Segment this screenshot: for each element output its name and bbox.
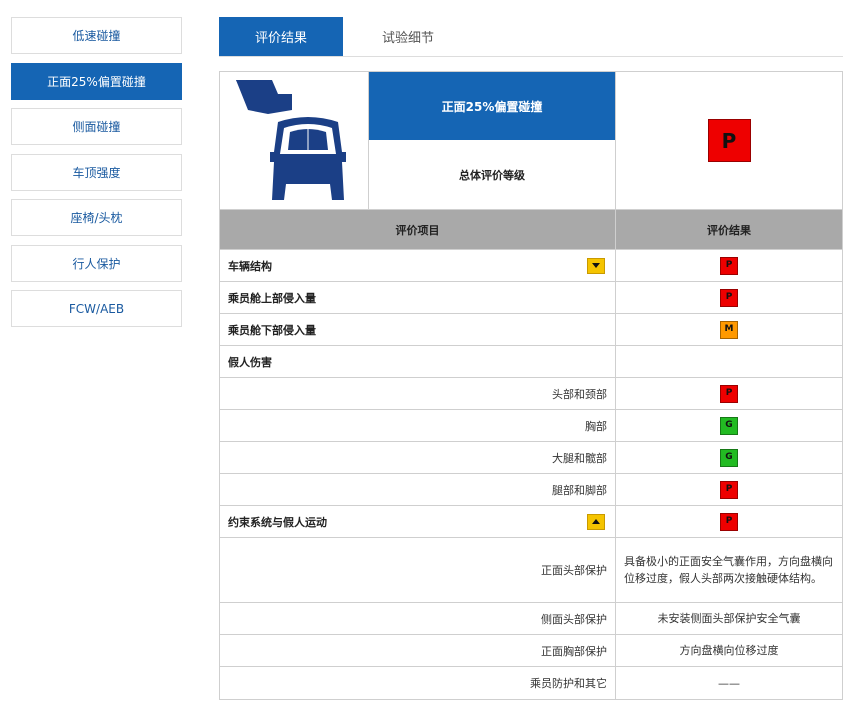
row-label-text: 乘员舱上部侵入量 (228, 291, 316, 305)
row-label: 正面胸部保护 (220, 635, 616, 666)
result-table: 正面25%偏置碰撞 总体评价等级 P 评价项目 评价结果 车辆结构 P 乘员舱上部侵… (219, 71, 843, 700)
header-item: 评价项目 (220, 210, 616, 249)
overall-rating-cell: P (616, 72, 842, 209)
result-text: 具备极小的正面安全气囊作用，方向盘横向位移过度，假人头部两次接触硬体结构。 (624, 555, 833, 585)
row-label-text: 正面胸部保护 (541, 644, 607, 658)
row-label-text: 大腿和髋部 (552, 451, 607, 465)
row-label-text: 车辆结构 (228, 259, 272, 273)
row-label-text: 头部和颈部 (552, 387, 607, 401)
row-label: 胸部 (220, 410, 616, 441)
triangle-down-icon (592, 263, 600, 268)
row-label: 车辆结构 (220, 250, 616, 281)
row-label-text: 腿部和脚部 (552, 483, 607, 497)
row-result: 未安装侧面头部保护安全气囊 (616, 603, 842, 634)
row-result: G (616, 442, 842, 473)
sidebar-item-low-speed[interactable]: 低速碰撞 (11, 17, 182, 54)
sidebar-item-roof-strength[interactable]: 车顶强度 (11, 153, 182, 191)
test-name-label: 正面25%偏置碰撞 (369, 72, 615, 140)
row-label: 约束系统与假人运动 (220, 506, 616, 537)
row-label-text: 假人伤害 (228, 355, 272, 369)
rating-badge: P (720, 256, 738, 275)
expand-toggle-icon[interactable] (587, 257, 605, 274)
result-text: 未安装侧面头部保护安全气囊 (657, 612, 801, 625)
table-row: 车辆结构 P (220, 250, 842, 282)
row-label: 头部和颈部 (220, 378, 616, 409)
sidebar-item-small-overlap[interactable]: 正面25%偏置碰撞 (11, 62, 182, 100)
row-label-text: 侧面头部保护 (541, 612, 607, 626)
row-result: P (616, 250, 842, 281)
row-label-text: 约束系统与假人运动 (228, 515, 327, 529)
rating-badge: P (720, 480, 738, 499)
rating-badge: P (720, 288, 738, 307)
rating-badge: P (720, 512, 738, 531)
row-result: P (616, 474, 842, 505)
overall-rating-badge: P (707, 119, 751, 162)
row-result: 具备极小的正面安全气囊作用，方向盘横向位移过度，假人头部两次接触硬体结构。 (616, 538, 842, 602)
collapse-toggle-icon[interactable] (587, 513, 605, 530)
row-label-text: 乘员舱下部侵入量 (228, 323, 316, 337)
tab-bar: 评价结果 试验细节 (219, 17, 843, 57)
row-label-text: 正面头部保护 (541, 564, 607, 577)
row-label: 乘员防护和其它 (220, 667, 616, 699)
row-result (616, 346, 842, 377)
row-label: 假人伤害 (220, 346, 616, 377)
header-result: 评价结果 (707, 223, 751, 237)
table-row: 约束系统与假人运动 P (220, 506, 842, 538)
summary-block: 正面25%偏置碰撞 总体评价等级 P (220, 72, 842, 210)
row-result: P (616, 378, 842, 409)
rating-badge: G (720, 448, 738, 467)
row-result: —— (616, 667, 842, 699)
table-row: 侧面头部保护 未安装侧面头部保护安全气囊 (220, 603, 842, 635)
row-result: 方向盘横向位移过度 (616, 635, 842, 666)
sidebar-item-side-impact[interactable]: 侧面碰撞 (11, 108, 182, 145)
row-label-text: 胸部 (585, 419, 607, 433)
table-row: 乘员舱下部侵入量 M (220, 314, 842, 346)
table-header: 评价项目 评价结果 (220, 210, 842, 250)
table-body: 车辆结构 P 乘员舱上部侵入量 P 乘员舱下部侵入量 M 假人伤害 头部和颈部 P 胸部 G 大腿和髋… (220, 250, 842, 699)
row-result: P (616, 506, 842, 537)
table-row: 乘员舱上部侵入量 P (220, 282, 842, 314)
row-label: 乘员舱下部侵入量 (220, 314, 616, 345)
row-result: P (616, 282, 842, 313)
row-label: 正面头部保护 (220, 538, 616, 602)
sidebar-nav: 低速碰撞 正面25%偏置碰撞 侧面碰撞 车顶强度 座椅/头枕 行人保护 FCW/… (11, 17, 182, 336)
row-label: 大腿和髋部 (220, 442, 616, 473)
table-row: 正面胸部保护 方向盘横向位移过度 (220, 635, 842, 667)
row-label: 腿部和脚部 (220, 474, 616, 505)
table-row: 假人伤害 (220, 346, 842, 378)
result-text: —— (718, 676, 740, 690)
overall-rating-label: 总体评价等级 (459, 168, 525, 182)
sidebar-item-seat-headrest[interactable]: 座椅/头枕 (11, 199, 182, 236)
small-overlap-car-icon (220, 72, 369, 209)
row-result: G (616, 410, 842, 441)
sidebar-item-pedestrian[interactable]: 行人保护 (11, 244, 182, 282)
row-label-text: 乘员防护和其它 (530, 677, 607, 690)
sidebar-item-fcw-aeb[interactable]: FCW/AEB (11, 290, 182, 327)
table-row: 腿部和脚部 P (220, 474, 842, 506)
table-row: 头部和颈部 P (220, 378, 842, 410)
table-row: 正面头部保护 具备极小的正面安全气囊作用，方向盘横向位移过度，假人头部两次接触硬体… (220, 538, 842, 603)
rating-badge: G (720, 416, 738, 435)
result-text: 方向盘横向位移过度 (679, 644, 779, 657)
rating-badge: M (720, 320, 738, 339)
row-label: 乘员舱上部侵入量 (220, 282, 616, 313)
triangle-up-icon (592, 519, 600, 524)
table-row: 胸部 G (220, 410, 842, 442)
row-label: 侧面头部保护 (220, 603, 616, 634)
summary-title-cell: 正面25%偏置碰撞 总体评价等级 (369, 72, 616, 209)
rating-badge: P (720, 384, 738, 403)
row-result: M (616, 314, 842, 345)
table-row: 乘员防护和其它 —— (220, 667, 842, 699)
table-row: 大腿和髋部 G (220, 442, 842, 474)
tab-results[interactable]: 评价结果 (219, 17, 343, 56)
tab-test-details[interactable]: 试验细节 (343, 17, 473, 56)
